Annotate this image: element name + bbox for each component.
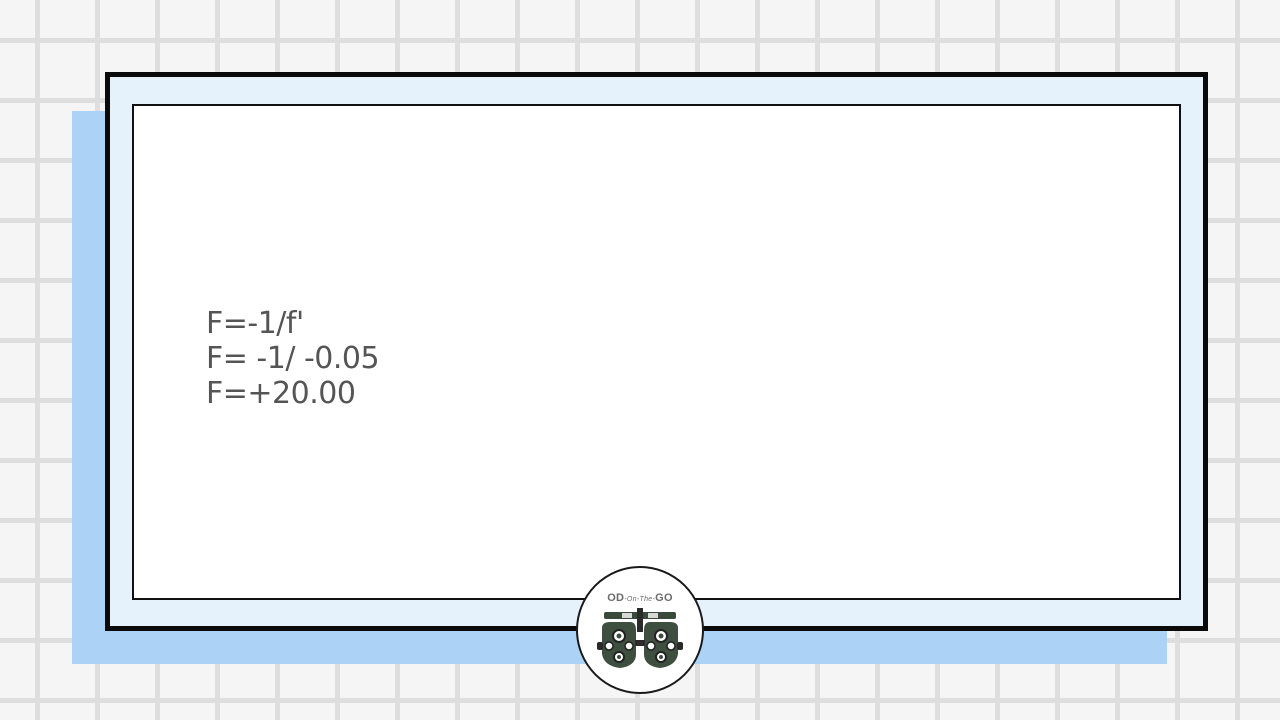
logo-text-go: GO <box>655 592 673 604</box>
formula-line-1: F=-1/f' <box>206 306 304 341</box>
logo-text-od: OD <box>607 592 625 604</box>
slide-canvas: F=-1/f' F= -1/ -0.05 F=+20.00 OD-On-The-… <box>0 0 1280 720</box>
formula-line-3: F=+20.00 <box>206 376 356 411</box>
logo-wordmark: OD-On-The-GO <box>578 592 702 604</box>
formula-text: F=-1/f' F= -1/ -0.05 F=+20.00 <box>206 306 380 411</box>
formula-line-2: F= -1/ -0.05 <box>206 341 380 376</box>
od-on-the-go-logo: OD-On-The-GO <box>576 566 704 694</box>
phoropter-icon <box>597 608 683 668</box>
logo-text-on-the: -On-The- <box>624 596 656 603</box>
